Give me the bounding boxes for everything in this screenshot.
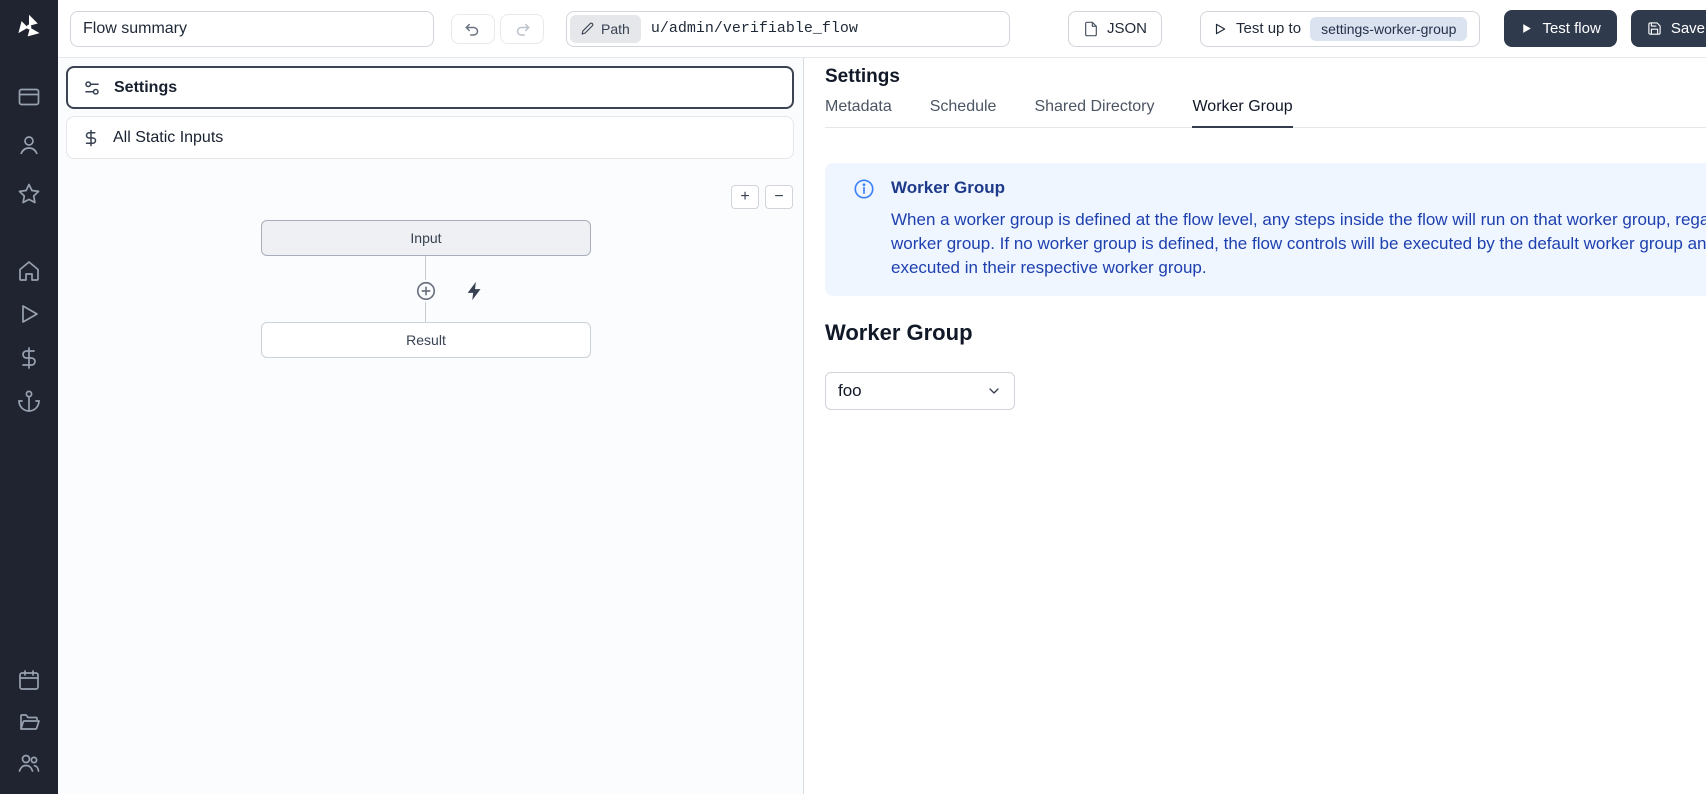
info-box-body: When a worker group is defined at the fl… [891, 208, 1706, 280]
play-icon [17, 302, 41, 326]
undo-button[interactable] [451, 14, 495, 44]
json-button[interactable]: JSON [1068, 11, 1162, 47]
home-icon [17, 259, 41, 283]
sidebar-item-variables[interactable] [17, 346, 41, 370]
test-up-to-label: Test up to [1236, 20, 1301, 37]
path-field: Path [566, 11, 1010, 47]
sidebar [0, 0, 58, 794]
sidebar-item-runs[interactable] [17, 302, 41, 326]
sidebar-item-folders[interactable] [17, 710, 41, 734]
flow-summary-input[interactable] [70, 11, 434, 47]
test-flow-label: Test flow [1542, 20, 1600, 37]
path-label: Path [601, 21, 630, 37]
flow-editor: Settings All Static Inputs + − Input [58, 58, 804, 794]
input-node-label: Input [410, 230, 441, 246]
save-draft-button[interactable]: Save draft [1631, 10, 1706, 47]
file-json-icon [1083, 21, 1099, 37]
redo-icon [513, 20, 531, 38]
users-icon [17, 751, 41, 775]
windmill-logo-icon [15, 13, 43, 41]
settings-panel: Settings Metadata Schedule Shared Direct… [805, 58, 1706, 794]
result-node[interactable]: Result [261, 322, 591, 358]
flow-settings-item[interactable]: Settings [66, 66, 794, 109]
play-outline-icon [1213, 22, 1227, 36]
json-button-label: JSON [1107, 20, 1147, 37]
info-icon [853, 178, 875, 200]
trigger-button[interactable] [464, 280, 486, 302]
sidebar-item-resources[interactable] [17, 389, 41, 413]
circle-plus-icon [415, 280, 437, 302]
dollar-icon [17, 346, 41, 370]
worker-group-select-value: foo [838, 381, 862, 401]
calendar-icon [17, 668, 41, 692]
anchor-icon [17, 389, 41, 413]
settings-panel-title: Settings [825, 66, 900, 88]
test-flow-button[interactable]: Test flow [1504, 10, 1616, 47]
user-icon [17, 133, 41, 157]
tab-shared-directory[interactable]: Shared Directory [1034, 98, 1154, 127]
play-filled-icon [1520, 22, 1533, 35]
worker-group-badge: settings-worker-group [1310, 17, 1467, 41]
path-edit-button[interactable]: Path [570, 15, 641, 43]
tab-schedule[interactable]: Schedule [930, 98, 997, 127]
bolt-icon [464, 280, 486, 302]
pencil-icon [581, 22, 594, 35]
save-icon [1647, 21, 1662, 36]
chevron-down-icon [986, 383, 1002, 399]
sidebar-item-apps[interactable] [17, 85, 41, 109]
worker-group-heading: Worker Group [825, 320, 973, 346]
add-step-button[interactable] [415, 280, 437, 302]
zoom-in-button[interactable]: + [731, 185, 759, 209]
undo-icon [464, 20, 482, 38]
app-window-icon [17, 85, 41, 109]
worker-group-select[interactable]: foo [825, 372, 1015, 410]
result-node-label: Result [406, 332, 446, 348]
test-up-to-button[interactable]: Test up to settings-worker-group [1200, 11, 1480, 47]
sidebar-item-favorites[interactable] [17, 182, 41, 206]
sidebar-item-user[interactable] [17, 133, 41, 157]
info-box-title: Worker Group [891, 178, 1005, 198]
input-node[interactable]: Input [261, 220, 591, 256]
windmill-logo[interactable] [15, 13, 43, 41]
sidebar-item-groups[interactable] [17, 751, 41, 775]
app-root: Path JSON Test up to settings-worker-gro… [0, 0, 1706, 794]
path-input[interactable] [641, 20, 1006, 37]
sliders-icon [83, 79, 101, 97]
worker-group-info-box: Worker Group When a worker group is defi… [825, 163, 1706, 296]
save-draft-label: Save draft [1671, 20, 1706, 37]
settings-tabs: Metadata Schedule Shared Directory Worke… [825, 98, 1706, 128]
static-inputs-label: All Static Inputs [113, 129, 223, 147]
tab-metadata[interactable]: Metadata [825, 98, 892, 127]
static-inputs-item[interactable]: All Static Inputs [66, 116, 794, 159]
topbar: Path JSON Test up to settings-worker-gro… [58, 0, 1706, 58]
flow-settings-label: Settings [114, 79, 177, 97]
dollar-icon [82, 129, 100, 147]
tab-worker-group[interactable]: Worker Group [1192, 98, 1292, 128]
sidebar-item-home[interactable] [17, 259, 41, 283]
star-icon [17, 182, 41, 206]
redo-button[interactable] [500, 14, 544, 44]
zoom-out-button[interactable]: − [765, 185, 793, 209]
folder-icon [17, 710, 41, 734]
sidebar-item-schedules[interactable] [17, 668, 41, 692]
